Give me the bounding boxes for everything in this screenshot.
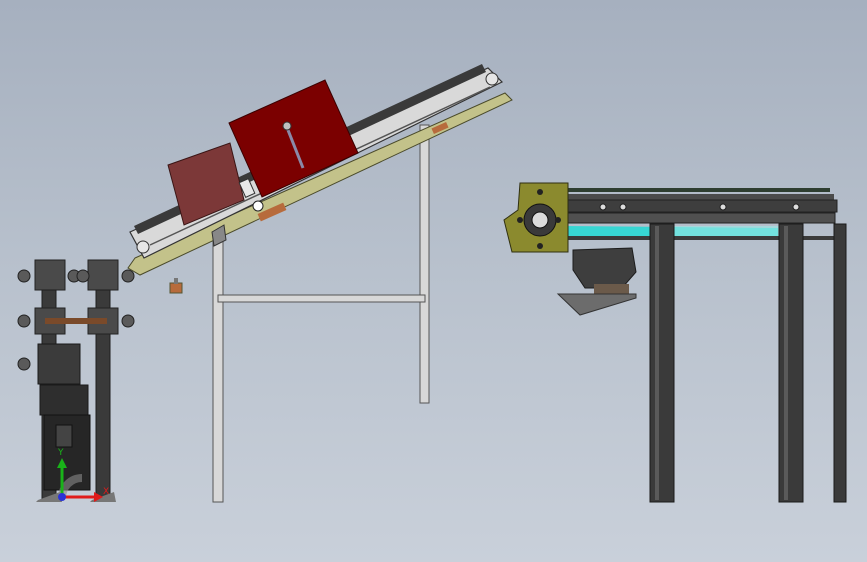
mounting-plate: [556, 293, 637, 316]
bolt-head: [537, 243, 543, 249]
bearing-block: [87, 259, 119, 291]
bearing-block: [34, 259, 66, 291]
horizontal-conveyor-side-view[interactable]: [503, 182, 847, 503]
sensor-mount: [174, 278, 178, 284]
gear-motor: [37, 343, 81, 385]
leg-front: [649, 223, 675, 503]
bolt-head: [121, 314, 135, 328]
bolt-head: [76, 269, 90, 283]
leg-rear: [778, 223, 804, 503]
bolt-head: [17, 357, 31, 371]
tail-pulley: [136, 240, 150, 254]
frame-rail-lower: [564, 212, 836, 224]
strap-clip: [282, 121, 292, 131]
cad-scene[interactable]: Y X: [0, 0, 867, 562]
belt-upper: [568, 194, 834, 200]
head-pulley: [485, 72, 499, 86]
leg-highlight: [655, 226, 659, 500]
gearbox: [39, 384, 89, 416]
bolt-head: [555, 217, 561, 223]
bolt-head: [17, 269, 31, 283]
bolt-head: [537, 189, 543, 195]
roller: [792, 203, 800, 211]
leg-far: [833, 223, 847, 503]
bolt-head: [17, 314, 31, 328]
y-axis-label: Y: [57, 448, 64, 458]
z-axis-dot: [58, 493, 66, 501]
inclined-conveyor-side-view[interactable]: [127, 64, 513, 503]
drive-shaft-end: [531, 211, 549, 229]
drive-shaft: [45, 318, 107, 324]
rear-leg: [419, 124, 430, 404]
belt-top-edge: [568, 188, 830, 192]
cad-viewport[interactable]: Y X: [0, 0, 867, 562]
horizontal-gearmotor: [572, 247, 637, 289]
bolt-head: [517, 217, 523, 223]
front-leg: [212, 231, 224, 503]
photo-sensor: [169, 282, 183, 294]
end-view[interactable]: Y X: [17, 259, 135, 502]
bolt-head: [121, 269, 135, 283]
leg-highlight: [784, 226, 788, 500]
terminal-box: [55, 424, 73, 448]
roller: [719, 203, 727, 211]
roller: [599, 203, 607, 211]
cross-brace: [217, 294, 426, 303]
x-axis-label: X: [103, 487, 109, 497]
roller: [619, 203, 627, 211]
motor-flange: [594, 284, 629, 294]
guide-roller: [252, 200, 264, 212]
